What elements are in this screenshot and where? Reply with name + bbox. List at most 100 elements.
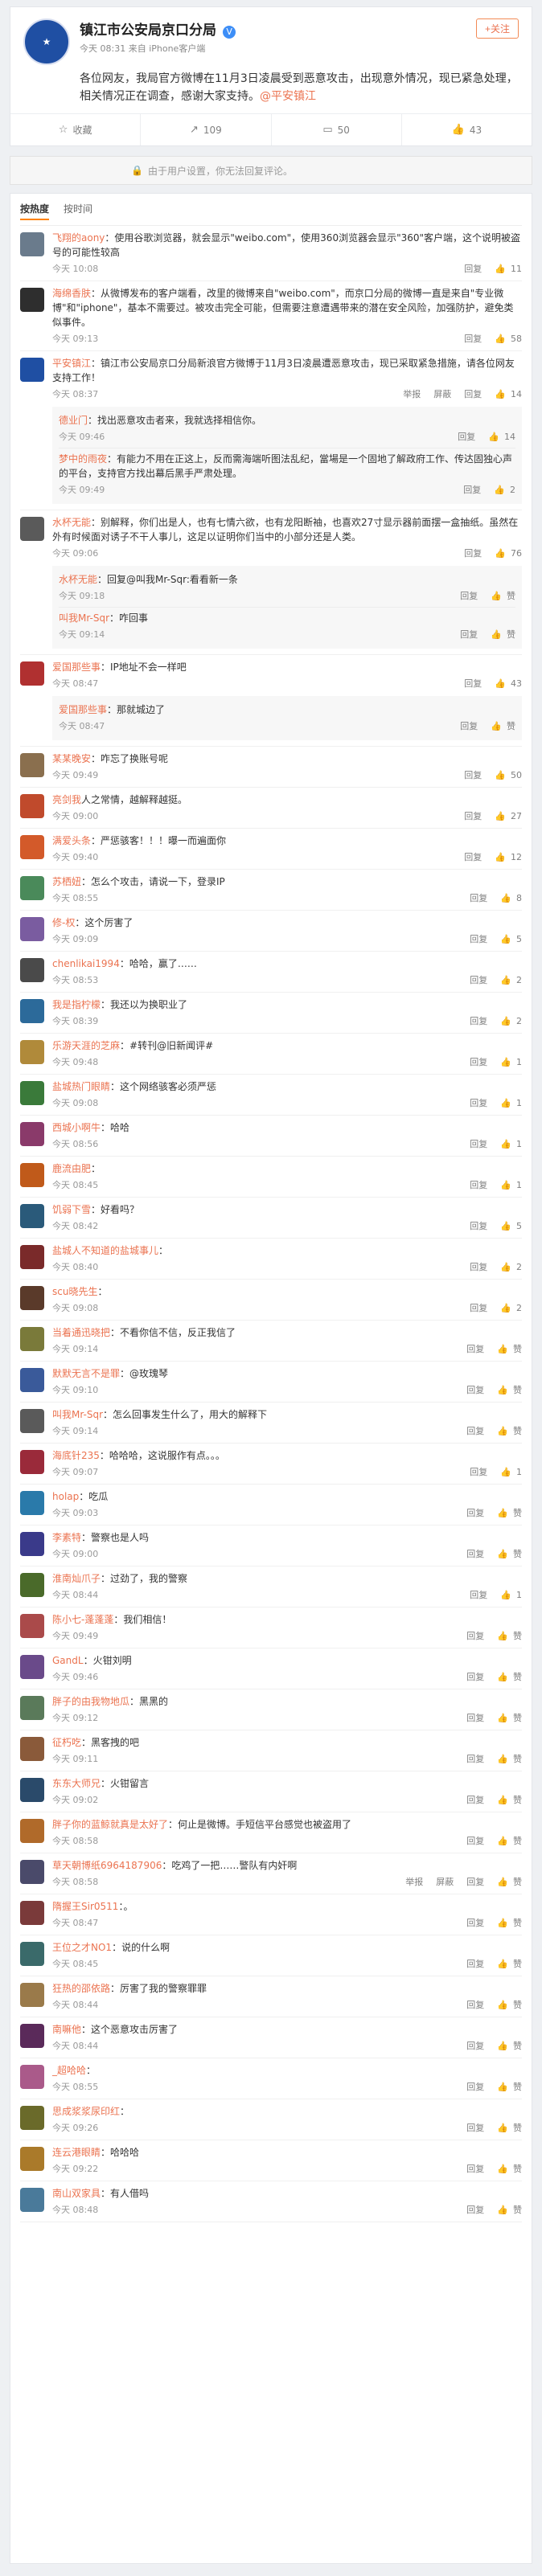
comment-like-button[interactable]: 👍 43 [495, 677, 522, 691]
reply-link[interactable]: 回复 [464, 547, 482, 561]
comment-avatar[interactable] [20, 1737, 44, 1761]
account-avatar[interactable]: ★ [23, 18, 70, 65]
comment-avatar[interactable] [20, 1778, 44, 1802]
comment-avatar[interactable] [20, 876, 44, 900]
comment-avatar[interactable] [20, 1860, 44, 1884]
comment-like-button[interactable]: 👍 赞 [491, 719, 515, 734]
reply-link[interactable]: 回复 [470, 1588, 487, 1603]
comment-username[interactable]: 思成浆浆尿印红 [52, 2106, 120, 2117]
comment-like-button[interactable]: 👍 赞 [497, 1711, 522, 1726]
comment-like-button[interactable]: 👍 赞 [497, 2203, 522, 2218]
reply-link[interactable]: 回复 [470, 973, 487, 988]
comment-like-button[interactable]: 👍 赞 [491, 589, 515, 604]
comment-username[interactable]: 叫我Mr-Sqr [52, 1409, 103, 1420]
comment-username[interactable]: 鹿流由肥 [52, 1163, 91, 1174]
reply-link[interactable]: 回复 [466, 1875, 484, 1890]
comment-username[interactable]: GandL [52, 1655, 84, 1666]
reply-link[interactable]: 回复 [460, 628, 478, 642]
block-link[interactable]: 屏蔽 [436, 1875, 454, 1890]
reply-link[interactable]: 回复 [466, 1834, 484, 1849]
comment-avatar[interactable] [20, 2188, 44, 2212]
comment-avatar[interactable] [20, 1450, 44, 1474]
comment-username[interactable]: 修-权 [52, 917, 75, 928]
comment-username[interactable]: 我是指柠檬 [52, 999, 101, 1010]
comment-like-button[interactable]: 👍 76 [495, 547, 522, 561]
comment-avatar[interactable] [20, 1122, 44, 1146]
comment-like-button[interactable]: 👍 赞 [497, 1383, 522, 1398]
reply-link[interactable]: 回复 [464, 332, 482, 346]
reply-link[interactable]: 回复 [460, 589, 478, 604]
reply-link[interactable]: 回复 [464, 387, 482, 402]
reply-link[interactable]: 回复 [466, 1424, 484, 1439]
comment-like-button[interactable]: 👍 8 [500, 891, 522, 906]
comment-like-button[interactable]: 👍 赞 [497, 1957, 522, 1972]
comment-avatar[interactable] [20, 999, 44, 1023]
comment-like-button[interactable]: 👍 2 [494, 483, 515, 498]
reply-link[interactable]: 回复 [466, 1998, 484, 2013]
comment-avatar[interactable] [20, 1942, 44, 1966]
comment-username[interactable]: 海底针235 [52, 1450, 100, 1461]
comment-username[interactable]: 苏栖妞 [52, 876, 81, 887]
comment-like-button[interactable]: 👍 赞 [497, 2121, 522, 2136]
reply-link[interactable]: 回复 [466, 2121, 484, 2136]
reply-link[interactable]: 回复 [466, 2080, 484, 2095]
reply-link[interactable]: 回复 [464, 768, 482, 783]
comment-avatar[interactable] [20, 1696, 44, 1720]
comment-like-button[interactable]: 👍 14 [488, 430, 515, 444]
report-link[interactable]: 举报 [403, 387, 421, 402]
comment-username[interactable]: 隋握王Sir0511 [52, 1901, 118, 1912]
comment-username[interactable]: 南山双家具 [52, 2188, 101, 2199]
comment-button[interactable]: ▭ 50 [272, 114, 402, 145]
post-mention-link[interactable]: @平安镇江 [260, 90, 316, 103]
comment-avatar[interactable] [20, 958, 44, 982]
comment-username[interactable]: 连云港眼睛 [52, 2147, 101, 2158]
reply-link[interactable]: 回复 [466, 1957, 484, 1972]
comment-avatar[interactable] [20, 358, 44, 382]
comment-username[interactable]: 西城小啊牛 [52, 1122, 101, 1133]
reply-link[interactable]: 回复 [466, 1547, 484, 1562]
account-name[interactable]: 镇江市公安局京口分局 [80, 23, 216, 39]
comment-like-button[interactable]: 👍 1 [500, 1465, 522, 1480]
comment-like-button[interactable]: 👍 赞 [497, 1629, 522, 1644]
comment-like-button[interactable]: 👍 2 [500, 1301, 522, 1316]
reply-link[interactable]: 回复 [466, 1342, 484, 1357]
reply-link[interactable]: 回复 [466, 2039, 484, 2054]
reply-username[interactable]: 梦中的雨夜 [59, 453, 107, 465]
comment-avatar[interactable] [20, 1204, 44, 1228]
reply-link[interactable]: 回复 [466, 1670, 484, 1685]
comment-avatar[interactable] [20, 2024, 44, 2048]
comment-like-button[interactable]: 👍 赞 [497, 1875, 522, 1890]
comment-avatar[interactable] [20, 794, 44, 818]
reply-link[interactable]: 回复 [466, 1506, 484, 1521]
reply-link[interactable]: 回复 [470, 1096, 487, 1111]
comment-avatar[interactable] [20, 1163, 44, 1187]
reply-link[interactable]: 回复 [470, 1055, 487, 1070]
reply-link[interactable]: 回复 [464, 262, 482, 276]
comment-avatar[interactable] [20, 517, 44, 541]
comment-username[interactable]: 海绵香肤 [52, 288, 91, 299]
comment-like-button[interactable]: 👍 5 [500, 1219, 522, 1234]
reply-link[interactable]: 回复 [463, 483, 481, 498]
comment-username[interactable]: scu晓先生 [52, 1286, 97, 1297]
tab-by-hot[interactable]: 按热度 [20, 202, 50, 220]
comment-avatar[interactable] [20, 1368, 44, 1392]
reply-link[interactable]: 回复 [470, 932, 487, 947]
comment-username[interactable]: 南嘛他 [52, 2024, 81, 2035]
comment-username[interactable]: 王位之才NO1 [52, 1942, 112, 1953]
comment-username[interactable]: 盐城人不知道的盐城事儿 [52, 1245, 158, 1256]
comment-username[interactable]: 饥弱下雪 [52, 1204, 91, 1215]
comment-like-button[interactable]: 👍 1 [500, 1178, 522, 1193]
tab-by-time[interactable]: 按时间 [64, 202, 92, 220]
block-link[interactable]: 屏蔽 [433, 387, 451, 402]
comment-avatar[interactable] [20, 1245, 44, 1269]
comment-like-button[interactable]: 👍 2 [500, 973, 522, 988]
comment-avatar[interactable] [20, 753, 44, 777]
comment-avatar[interactable] [20, 1532, 44, 1556]
comment-like-button[interactable]: 👍 2 [500, 1260, 522, 1275]
comment-like-button[interactable]: 👍 赞 [497, 1916, 522, 1931]
comment-like-button[interactable]: 👍 赞 [497, 1752, 522, 1767]
comment-avatar[interactable] [20, 1573, 44, 1597]
reply-link[interactable]: 回复 [466, 1711, 484, 1726]
comment-username[interactable]: 水杯无能 [52, 517, 91, 528]
reply-link[interactable]: 回复 [470, 1014, 487, 1029]
